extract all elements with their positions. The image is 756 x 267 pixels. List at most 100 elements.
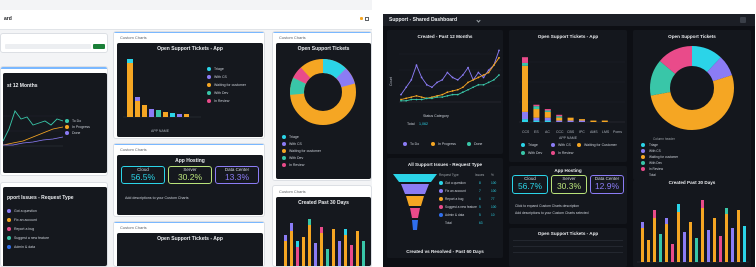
- list-item: Fix an account: [14, 218, 37, 222]
- list-item: Admin & data: [14, 245, 36, 249]
- line-point: [467, 81, 469, 84]
- line-point: [441, 96, 444, 98]
- row-value: 5: [479, 204, 481, 209]
- legend-label: Waiting for Customer: [584, 143, 617, 147]
- server-metric: Server 30.3%: [551, 175, 587, 194]
- chevron-down-icon[interactable]: [476, 18, 481, 23]
- app-hosting-card: App Hosting Cloud 56.7% Server 30.3% Dat…: [509, 166, 627, 224]
- card-header: Custom Charts: [120, 147, 147, 152]
- status-category-label: Status Category: [423, 114, 449, 118]
- request-type-panel: pport Issues - Request Type Got a questi…: [3, 187, 107, 266]
- bar-legend-light: Triage With CS Waiting for customer With…: [207, 67, 261, 107]
- metric-value: 56.7%: [517, 181, 543, 191]
- card-accent: [1, 67, 107, 69]
- x-tick-label: CCC: [556, 130, 564, 134]
- line-point: [482, 74, 485, 76]
- line-point: [498, 74, 500, 76]
- line-point: [441, 93, 444, 96]
- list-item: Report a bug: [14, 227, 35, 231]
- bar-segment: [556, 114, 563, 117]
- line-point: [425, 97, 428, 100]
- x-tick-label: AMS: [590, 130, 598, 134]
- line-legend-light: To Do In Progress Done: [65, 119, 103, 139]
- app-legend: Triage With CS Waiting for Customer With…: [513, 143, 625, 159]
- line-point: [436, 96, 439, 98]
- legend-label: In Progress: [72, 125, 90, 129]
- panel-title: Created vs Resolved - Past 60 Days: [406, 249, 484, 254]
- legend-label: With CS: [289, 142, 302, 146]
- row-value: 10: [491, 212, 495, 217]
- line-point: [487, 71, 490, 74]
- search-input[interactable]: [5, 44, 91, 49]
- legend-label: With Dev: [528, 151, 543, 155]
- table-row: With CS: [639, 148, 747, 154]
- table-row-total: Total: [639, 172, 747, 178]
- x-axis-label: APP NAME: [559, 136, 578, 140]
- line-point: [431, 86, 433, 89]
- panel-title: Open Support Tickets - App: [157, 236, 223, 242]
- created-12m-card-light: st 12 Months To Do In Progress Done: [0, 66, 108, 176]
- bar-segment: [544, 117, 551, 121]
- bar-segment: [533, 104, 540, 107]
- expand-icon[interactable]: [365, 17, 369, 21]
- line-point: [472, 79, 475, 81]
- line-point: [461, 86, 464, 89]
- card-header: Custom Charts: [120, 35, 147, 40]
- data-center-metric: Data Center 13.3%: [215, 166, 259, 184]
- line-point: [451, 93, 454, 96]
- panel-title: Open Support Tickets - App: [537, 34, 599, 39]
- line-point: [487, 81, 490, 84]
- legend-label: In Review: [289, 163, 305, 167]
- row-label: Report a bug: [445, 196, 464, 201]
- dark-header-bar: Support - Shared Dashboard: [383, 14, 755, 26]
- x-tick-label: CBS: [567, 130, 575, 134]
- panel-title: App Hosting: [554, 168, 582, 173]
- donut-chart-light: [290, 59, 356, 125]
- row-value: 100: [491, 180, 497, 185]
- created-12m-panel: st 12 Months To Do In Progress Done: [3, 73, 107, 173]
- line-point: [436, 81, 439, 84]
- bar-segment: [533, 120, 540, 122]
- row-label: Waiting for customer: [649, 154, 679, 159]
- column-header: %: [491, 172, 494, 177]
- line-point: [492, 79, 495, 81]
- legend-label: In Review: [558, 151, 574, 155]
- app-hosting-card-light: Custom Charts App Hosting Cloud 56.5% Se…: [113, 143, 265, 217]
- panel-title: App Hosting: [175, 158, 205, 164]
- row-value: 8: [479, 180, 481, 185]
- line-chart-12m: [399, 49, 501, 103]
- line-point: [477, 83, 480, 86]
- row-label: With CS: [649, 148, 661, 153]
- search-button[interactable]: [93, 44, 105, 49]
- row-value: 100: [491, 188, 497, 193]
- light-dashboard-title: ard: [4, 16, 12, 22]
- star-icon[interactable]: [360, 17, 363, 20]
- stacked-bar-chart-app: [519, 57, 625, 123]
- created-12m-card: Created - Past 12 Months Count Status Ca…: [387, 30, 503, 154]
- row-label: Suggest a new feature: [445, 204, 477, 209]
- metric-value: 30.2%: [177, 172, 203, 182]
- card-header: Custom Charts: [279, 189, 306, 194]
- row-value: 7: [479, 188, 481, 193]
- metric-value: 30.3%: [556, 181, 582, 191]
- bar-chart-30d-light: [284, 219, 365, 266]
- column-header: Request Type: [439, 172, 459, 177]
- legend-label: With CS: [214, 75, 227, 79]
- line-point: [456, 88, 459, 91]
- row-label: With Dev: [649, 160, 662, 165]
- line-point: [467, 66, 469, 69]
- row-value: 5: [479, 212, 481, 217]
- hosting-note[interactable]: Click to expand Custom Charts descriptio…: [515, 204, 579, 208]
- bar-segment: [522, 111, 528, 120]
- line-point: [461, 74, 464, 76]
- dark-dashboard: Support - Shared Dashboard Created - Pas…: [383, 14, 755, 267]
- bar-segment: [579, 119, 585, 121]
- total-value: 1,062: [419, 122, 428, 126]
- x-axis-label: APP NAME: [151, 129, 170, 133]
- line-point: [498, 56, 500, 59]
- open-app-2-panel: Open Support Tickets - App: [117, 233, 263, 266]
- line-chart-light: [3, 110, 63, 147]
- bar-segment: [579, 120, 585, 122]
- settings-icon[interactable]: [740, 17, 746, 23]
- open-app-card: Open Support Tickets - App CCS ES AC CCC…: [509, 30, 627, 162]
